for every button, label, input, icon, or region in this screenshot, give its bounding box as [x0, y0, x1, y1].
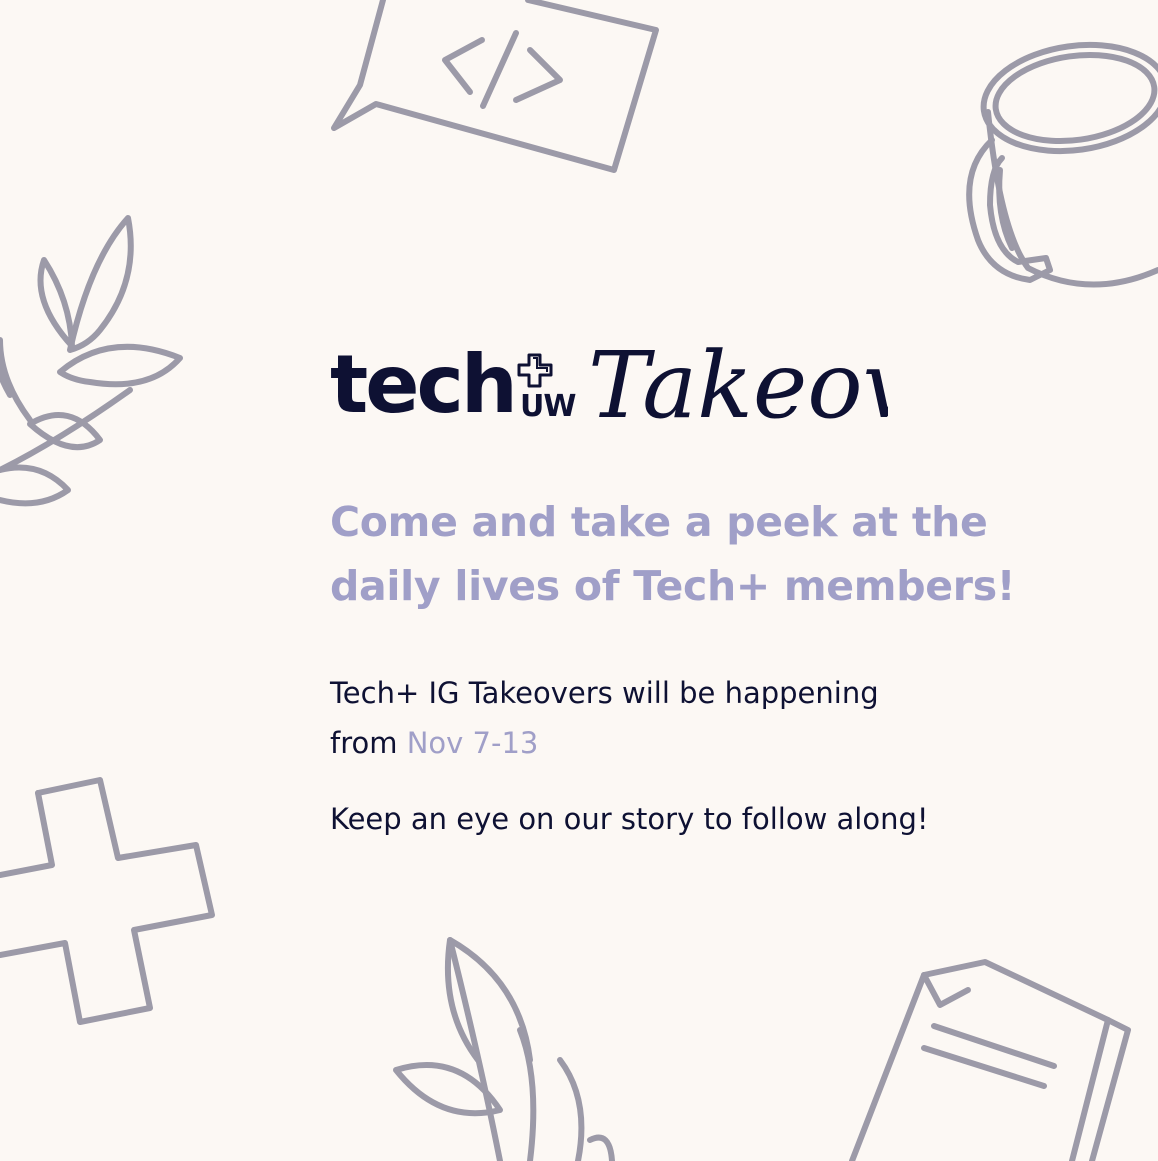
leaf-branch-icon	[0, 215, 183, 507]
takeover-post: tech UW Takeover Come and take a peek at…	[0, 0, 1158, 1161]
script-title-text: Takeover	[588, 332, 888, 439]
mug-icon	[966, 41, 1158, 288]
plus-cross-icon	[0, 777, 215, 1025]
document-icon	[849, 959, 1131, 1161]
brand-wordmark: tech	[330, 338, 518, 431]
leaf-sprig-icon	[393, 937, 615, 1161]
takeover-script-title: Takeover	[588, 332, 888, 439]
code-chat-bubble-icon	[331, 0, 659, 173]
takeover-dates-text: Tech+ IG Takeovers will be happening fro…	[330, 668, 890, 768]
plus-icon	[517, 353, 553, 388]
takeover-dates: Nov 7-13	[406, 726, 539, 760]
brand-sub: UW	[520, 389, 576, 424]
headline: Come and take a peek at the daily lives …	[330, 498, 1016, 610]
follow-along-text: Keep an eye on our story to follow along…	[330, 802, 929, 836]
